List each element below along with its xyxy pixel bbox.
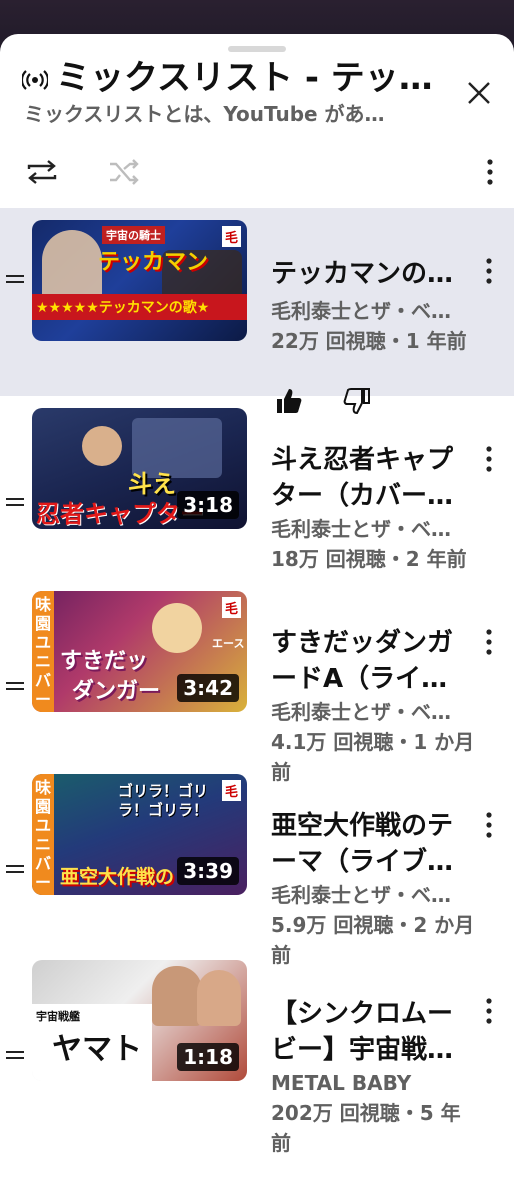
drag-icon[interactable] [6,680,24,692]
item-menu-button[interactable] [478,810,500,840]
list-item[interactable]: 宇宙の騎士 テッカマン ★★★★★テッカマンの歌★ 毛 テッカマンの… 毛利泰士… [0,208,514,415]
thumb-text: ゴリラ！ゴリラ！ゴリラ！ [118,782,209,819]
list-item[interactable]: 味園ユニバース ゴリラ！ゴリラ！ゴリラ！ 亜空大作戦の 毛 3:39 亜空大作戦… [0,762,514,967]
list-item[interactable]: 斗え 忍者キャプター 3:18 斗え忍者キャプター（カバー… 毛利泰士とザ・ベ…… [0,396,514,576]
thumb-text: 味園ユニバース [32,591,54,712]
video-title[interactable]: テッカマンの… [271,256,467,292]
video-title[interactable]: すきだッダンガードA（ライ… [271,625,467,697]
more-vert-icon [487,159,493,185]
channel-name[interactable]: 毛利泰士とザ・ベ… [271,296,469,326]
video-thumbnail[interactable]: 味園ユニバース ゴリラ！ゴリラ！ゴリラ！ 亜空大作戦の 毛 3:39 [32,774,247,895]
video-meta: 18万 回視聴・2 年前 [271,547,467,571]
drag-icon[interactable] [6,273,24,285]
more-vert-icon [486,258,492,284]
video-duration: 3:18 [177,491,239,519]
channel-badge: 毛 [221,780,241,801]
video-meta: 202万 回視聴・5 年前 [271,1101,461,1155]
drag-icon[interactable] [6,1049,24,1061]
video-thumbnail[interactable]: 味園ユニバース すきだッ ダンガー エース 毛 3:42 [32,591,247,712]
item-menu-button[interactable] [478,256,500,286]
thumb-text: ★★★★★テッカマンの歌★ [32,294,247,320]
channel-name[interactable]: 毛利泰士とザ・ベ… [271,514,469,544]
thumb-text: テッカマン [98,250,209,275]
loop-icon [27,160,57,184]
video-title[interactable]: 亜空大作戦のテーマ（ライブ… [271,808,467,880]
thumb-text: すきだッ [60,649,149,674]
close-icon [468,82,490,104]
video-thumbnail[interactable]: 宇宙戦艦 ヤマト 1:18 [32,960,247,1081]
video-duration: 3:39 [177,857,239,885]
playlist-panel: ミックスリスト - テッ… ミックスリストとは、YouTube があ… 宇宙の騎… [0,34,514,1200]
playlist-title: ミックスリスト - テッ… [56,58,433,98]
item-menu-button[interactable] [478,627,500,657]
thumb-text: ヤマト [52,1032,142,1067]
video-meta: 22万 回視聴・1 年前 [271,329,467,353]
more-vert-icon [486,446,492,472]
thumb-text: ダンガー [72,679,161,704]
shuffle-icon [110,159,139,185]
channel-badge: 毛 [221,597,241,618]
list-item[interactable]: 味園ユニバース すきだッ ダンガー エース 毛 3:42 すきだッダンガードA（… [0,579,514,784]
item-menu-button[interactable] [478,444,500,474]
thumb-text: 味園ユニバース [32,774,54,895]
playlist-menu-button[interactable] [470,152,510,192]
list-item[interactable]: 宇宙戦艦 ヤマト 1:18 【シンクロムービー】宇宙戦… METAL BABY … [0,946,514,1155]
video-duration: 3:42 [177,674,239,702]
drag-icon[interactable] [6,863,24,875]
close-button[interactable] [460,74,498,112]
more-vert-icon [486,998,492,1024]
channel-badge: 毛 [221,226,241,247]
video-thumbnail[interactable]: 宇宙の騎士 テッカマン ★★★★★テッカマンの歌★ 毛 [32,220,247,341]
thumb-text: 宇宙の騎士 [102,226,165,244]
drag-handle[interactable] [228,46,286,52]
drag-icon[interactable] [6,496,24,508]
playlist-subtitle[interactable]: ミックスリストとは、YouTube があ… [24,100,424,128]
video-title[interactable]: 【シンクロムービー】宇宙戦… [271,996,467,1068]
more-vert-icon [486,629,492,655]
thumb-text: 亜空大作戦の [60,866,175,888]
channel-name[interactable]: 毛利泰士とザ・ベ… [271,697,469,727]
loop-button[interactable] [22,152,62,192]
video-title[interactable]: 斗え忍者キャプター（カバー… [271,442,467,514]
item-menu-button[interactable] [478,996,500,1026]
video-thumbnail[interactable]: 斗え 忍者キャプター 3:18 [32,408,247,529]
shuffle-button[interactable] [104,152,144,192]
broadcast-icon [22,70,48,90]
channel-name[interactable]: 毛利泰士とザ・ベ… [271,880,469,910]
channel-name[interactable]: METAL BABY [271,1068,469,1098]
video-duration: 1:18 [177,1043,239,1071]
more-vert-icon [486,812,492,838]
thumb-text: 宇宙戦艦 [36,1010,80,1023]
thumb-text: エース [212,637,245,650]
